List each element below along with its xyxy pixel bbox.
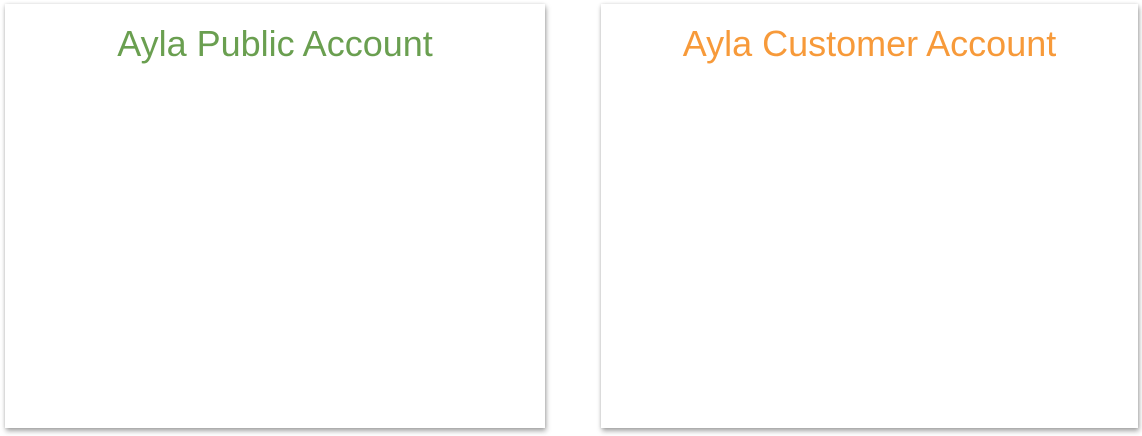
customer-account-title: Ayla Customer Account: [682, 23, 1057, 64]
customer-account-panel: Ayla Customer Account: [601, 4, 1138, 428]
public-account-title: Ayla Public Account: [117, 23, 433, 64]
public-account-panel: Ayla Public Account: [5, 4, 545, 428]
